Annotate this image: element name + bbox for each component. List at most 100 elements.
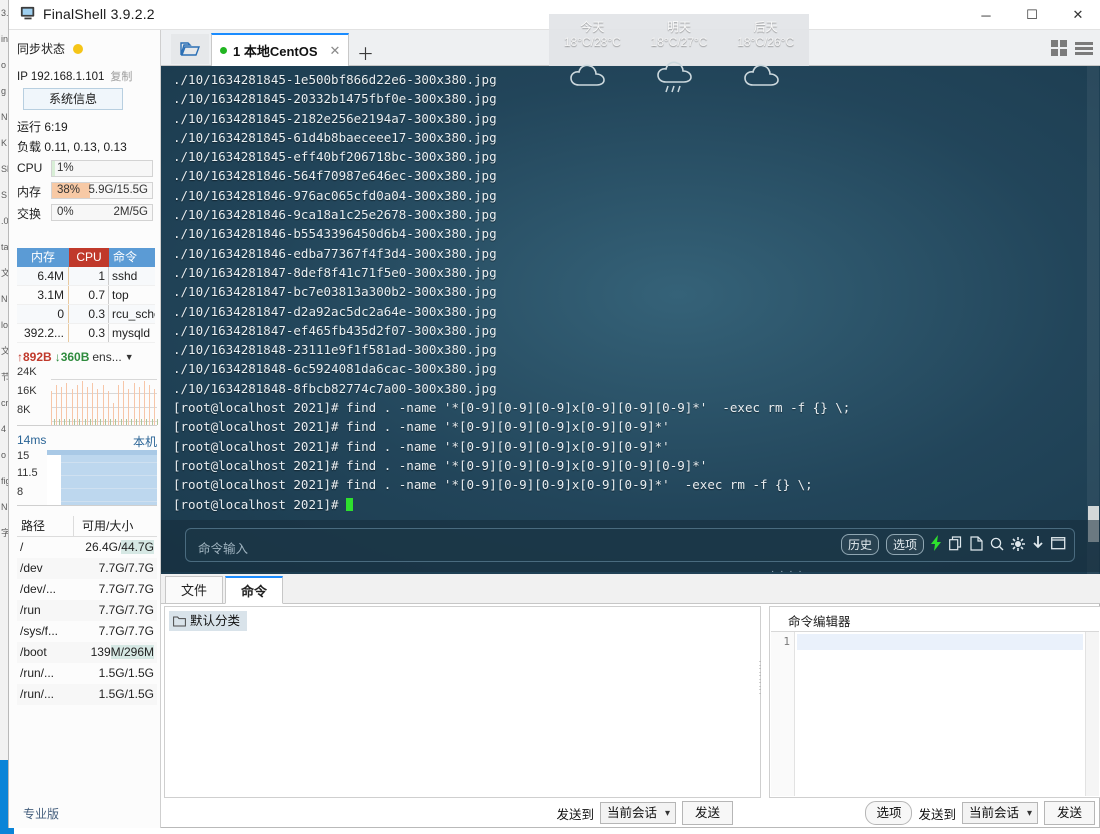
connection-status-dot (220, 47, 227, 54)
disk-path: / (17, 537, 67, 558)
options-button[interactable]: 选项 (886, 534, 924, 555)
ping-host-label: 本机 (133, 433, 157, 450)
disk-usage-table: 路径 可用/大小 /26.4G/44.7G/dev7.7G/7.7G/dev/.… (17, 516, 157, 705)
category-default[interactable]: 默认分类 (169, 611, 247, 631)
process-mem: 392.2... (17, 324, 69, 342)
editor-scrollbar[interactable] (1085, 632, 1099, 796)
process-row[interactable]: 3.1M0.7top (17, 286, 155, 305)
disk-col-path: 路径 (17, 516, 73, 536)
process-cmd: rcu_sche (109, 305, 155, 323)
ping-axis-8: 8 (17, 486, 23, 498)
close-icon[interactable]: ✕ (330, 43, 341, 59)
disk-row[interactable]: /boot139M/296M (17, 642, 157, 663)
disk-size: 7.7G/7.7G (67, 600, 157, 621)
terminal-line: ./10/1634281845-61d4b8baeceee17-300x380.… (173, 128, 1079, 147)
ping-area (47, 450, 157, 505)
grid-view-icon[interactable] (1051, 40, 1067, 56)
editor-active-line[interactable] (797, 634, 1083, 650)
weather-day-label: 明天 (636, 18, 723, 35)
disk-row[interactable]: /dev7.7G/7.7G (17, 558, 157, 579)
tab-files[interactable]: 文件 (165, 576, 223, 604)
terminal-line: ./10/1634281848-23111e9f1f581ad-300x380.… (173, 340, 1079, 359)
disk-path: /run (17, 600, 67, 621)
send-target-select[interactable]: 当前会话 (600, 802, 676, 824)
maximize-button[interactable]: ☐ (1009, 0, 1055, 30)
editor-send-target-select[interactable]: 当前会话 (962, 802, 1038, 824)
cloud-icon (722, 58, 809, 98)
disk-size: 7.7G/7.7G (67, 621, 157, 642)
paste-icon[interactable] (970, 536, 983, 553)
disk-col-size: 可用/大小 (73, 516, 157, 536)
disk-row[interactable]: /dev/...7.7G/7.7G (17, 579, 157, 600)
command-editor-panel[interactable]: 命令编辑器 1 (769, 606, 1100, 798)
chevron-down-icon[interactable]: ▼ (125, 352, 134, 362)
disk-row[interactable]: /sys/f...7.7G/7.7G (17, 621, 157, 642)
copy-ip-button[interactable]: 复制 (110, 68, 132, 84)
edition-badge: 专业版 (23, 805, 59, 822)
meter-percent: 1% (57, 162, 74, 174)
terminal-line: ./10/1634281846-976ac065cfd0a04-300x380.… (173, 186, 1079, 205)
ping-latency-chart: 15 11.5 8 (17, 450, 157, 506)
editor-options-button[interactable]: 选项 (865, 801, 912, 825)
finalshell-window: FinalShell 3.9.2.2 ─ ☐ ✕ 同步状态 IP 192.168… (8, 0, 1100, 828)
meter-memory: 内存38%5.9G/15.5G (17, 182, 153, 200)
process-row[interactable]: 6.4M1sshd (17, 267, 155, 286)
session-tab-centos[interactable]: 1 本地CentOS ✕ (211, 33, 349, 66)
terminal-line: ./10/1634281845-2182e256e2194a7-300x380.… (173, 109, 1079, 128)
terminal-scrollbar[interactable] (1087, 66, 1099, 574)
meter-label: 内存 (17, 183, 47, 200)
command-input-bar: 命令输入 历史 选项 (161, 520, 1100, 572)
lower-panel-tabs: 文件 命令 (161, 574, 1100, 604)
command-editor-body[interactable]: 1 (771, 631, 1099, 796)
new-tab-button[interactable]: ＋ (357, 40, 374, 65)
disk-row[interactable]: /run7.7G/7.7G (17, 600, 157, 621)
minimize-button[interactable]: ─ (963, 0, 1009, 30)
terminal-line: ./10/1634281846-b5543396450d6b4-300x380.… (173, 224, 1079, 243)
meter-bar: 1% (51, 160, 153, 177)
meter-bar: 38%5.9G/15.5G (51, 182, 153, 199)
send-button[interactable]: 发送 (682, 801, 733, 825)
weather-day-label: 后天 (722, 18, 809, 35)
disk-row[interactable]: /26.4G/44.7G (17, 537, 157, 558)
command-input[interactable]: 命令输入 历史 选项 (185, 528, 1075, 562)
close-button[interactable]: ✕ (1055, 0, 1100, 30)
process-row[interactable]: 392.2...0.3mysqld (17, 324, 155, 343)
terminal-line: ./10/1634281846-564f70987e646ec-300x380.… (173, 166, 1079, 185)
window-icon[interactable] (1051, 537, 1066, 552)
gear-icon[interactable] (1011, 537, 1025, 553)
terminal-prompt-line: [root@localhost 2021]# (173, 495, 1079, 514)
terminal-lines: ./10/1634281845-1e500bf866d22e6-300x380.… (173, 70, 1079, 514)
command-category-panel[interactable]: 默认分类 (164, 606, 761, 798)
open-folder-icon[interactable] (171, 34, 209, 64)
disk-row[interactable]: /run/...1.5G/1.5G (17, 663, 157, 684)
history-button[interactable]: 历史 (841, 534, 879, 555)
meter-swap: 交换0%2M/5G (17, 204, 153, 222)
editor-send-to-label: 发送到 (918, 804, 956, 823)
process-row[interactable]: 00.3rcu_sche (17, 305, 155, 324)
app-title: FinalShell 3.9.2.2 (43, 6, 155, 22)
network-download-label: ↓360B (55, 350, 90, 364)
system-info-button[interactable]: 系统信息 (23, 88, 123, 110)
download-icon[interactable] (1032, 536, 1044, 553)
process-table-header: 内存 CPU 命令 (17, 248, 155, 267)
copy-icon[interactable] (949, 536, 963, 553)
sync-status-indicator (73, 44, 83, 54)
process-cpu: 0.3 (69, 324, 109, 342)
disk-size: 7.7G/7.7G (67, 558, 157, 579)
weather-temp-label: 18°C/28°C (549, 35, 636, 49)
terminal-output[interactable]: ./10/1634281845-1e500bf866d22e6-300x380.… (161, 66, 1100, 574)
lightning-icon[interactable] (931, 535, 942, 554)
view-mode-icons (1051, 40, 1093, 56)
process-mem: 0 (17, 305, 69, 323)
tab-commands[interactable]: 命令 (225, 576, 283, 604)
search-icon[interactable] (990, 537, 1004, 553)
terminal-line: ./10/1634281847-8def8f41c71f5e0-300x380.… (173, 263, 1079, 282)
lower-right-footer: 选项 发送到 当前会话 发送 (769, 798, 1100, 828)
lower-left-footer: 发送到 当前会话 发送 (164, 798, 761, 828)
editor-send-button[interactable]: 发送 (1044, 801, 1095, 825)
list-view-icon[interactable] (1075, 40, 1093, 56)
window-controls: ─ ☐ ✕ (963, 0, 1100, 30)
disk-row[interactable]: /run/...1.5G/1.5G (17, 684, 157, 705)
disk-size: 26.4G/44.7G (67, 537, 157, 558)
lower-panel-splitter[interactable]: ::::: (757, 660, 763, 740)
